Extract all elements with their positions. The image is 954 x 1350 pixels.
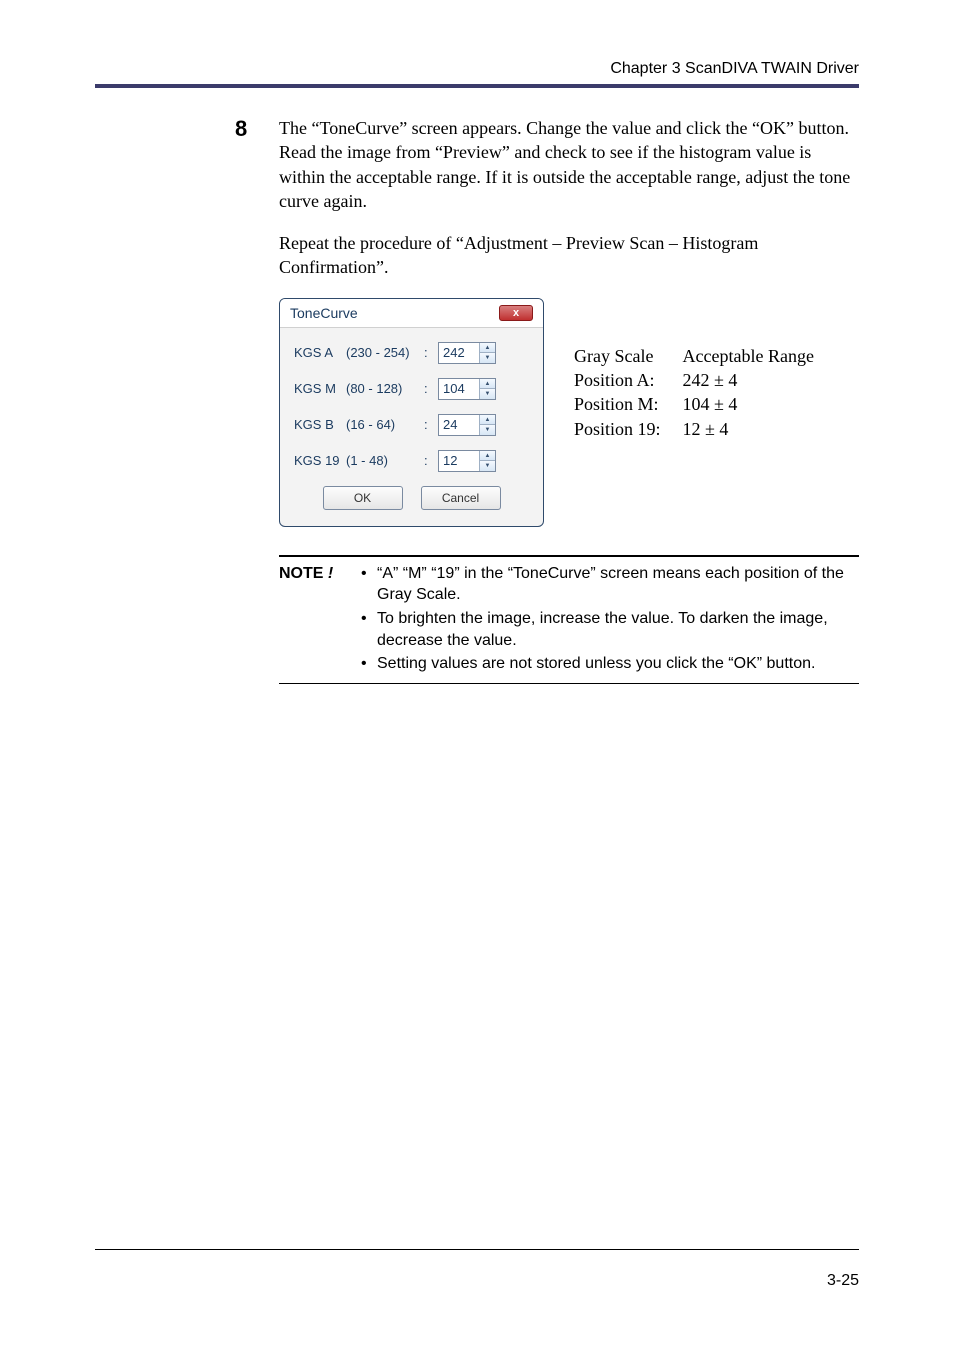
tonecurve-row-a: KGS A (230 - 254) : ▲ ▼ <box>294 342 529 364</box>
spin-down-icon[interactable]: ▼ <box>480 424 495 435</box>
side-cell: Position M: <box>574 392 683 416</box>
tonecurve-row-19: KGS 19 (1 - 48) : ▲ ▼ <box>294 450 529 472</box>
step-paragraph-2: Repeat the procedure of “Adjustment – Pr… <box>279 231 859 280</box>
spin-down-icon[interactable]: ▼ <box>480 352 495 363</box>
row-label: KGS M <box>294 381 346 396</box>
kgs-b-input[interactable] <box>439 415 479 435</box>
row-range: (16 - 64) <box>346 417 424 432</box>
side-cell: Position A: <box>574 368 683 392</box>
row-range: (1 - 48) <box>346 453 424 468</box>
side-cell: 242 ± 4 <box>683 368 836 392</box>
close-icon[interactable]: x <box>499 305 533 321</box>
ok-button[interactable]: OK <box>323 486 403 510</box>
side-head-1: Gray Scale <box>574 344 683 368</box>
row-label: KGS A <box>294 345 346 360</box>
spin-up-icon[interactable]: ▲ <box>480 415 495 425</box>
side-cell: 12 ± 4 <box>683 417 836 441</box>
tonecurve-dialog: ToneCurve x KGS A (230 - 254) : ▲ ▼ <box>279 298 544 527</box>
step-number: 8 <box>235 116 279 142</box>
kgs-19-input[interactable] <box>439 451 479 471</box>
row-label: KGS B <box>294 417 346 432</box>
spin-down-icon[interactable]: ▼ <box>480 460 495 471</box>
side-head-2: Acceptable Range <box>683 344 836 368</box>
note-item: To brighten the image, increase the valu… <box>361 608 859 651</box>
row-colon: : <box>424 453 438 468</box>
spin-up-icon[interactable]: ▲ <box>480 451 495 461</box>
footer-rule <box>95 1249 859 1250</box>
side-cell: 104 ± 4 <box>683 392 836 416</box>
row-colon: : <box>424 417 438 432</box>
note-label: NOTE ! <box>279 563 361 677</box>
row-label: KGS 19 <box>294 453 346 468</box>
kgs-a-input[interactable] <box>439 343 479 363</box>
side-cell: Position 19: <box>574 417 683 441</box>
acceptable-range-table: Gray Scale Acceptable Range Position A: … <box>574 344 836 441</box>
spin-up-icon[interactable]: ▲ <box>480 379 495 389</box>
row-colon: : <box>424 381 438 396</box>
dialog-title: ToneCurve <box>290 305 358 321</box>
note-bottom-rule <box>279 683 859 684</box>
note-top-rule <box>279 555 859 557</box>
page-number: 3-25 <box>827 1272 859 1290</box>
note-list: “A” “M” “19” in the “ToneCurve” screen m… <box>361 563 859 677</box>
note-item: Setting values are not stored unless you… <box>361 653 859 675</box>
tonecurve-row-m: KGS M (80 - 128) : ▲ ▼ <box>294 378 529 400</box>
row-colon: : <box>424 345 438 360</box>
note-item: “A” “M” “19” in the “ToneCurve” screen m… <box>361 563 859 606</box>
spin-down-icon[interactable]: ▼ <box>480 388 495 399</box>
step-paragraph-1: The “ToneCurve” screen appears. Change t… <box>279 116 859 213</box>
header-rule <box>95 84 859 88</box>
cancel-button[interactable]: Cancel <box>421 486 501 510</box>
row-range: (80 - 128) <box>346 381 424 396</box>
tonecurve-row-b: KGS B (16 - 64) : ▲ ▼ <box>294 414 529 436</box>
chapter-header: Chapter 3 ScanDIVA TWAIN Driver <box>95 60 859 78</box>
spin-up-icon[interactable]: ▲ <box>480 343 495 353</box>
row-range: (230 - 254) <box>346 345 424 360</box>
kgs-m-input[interactable] <box>439 379 479 399</box>
